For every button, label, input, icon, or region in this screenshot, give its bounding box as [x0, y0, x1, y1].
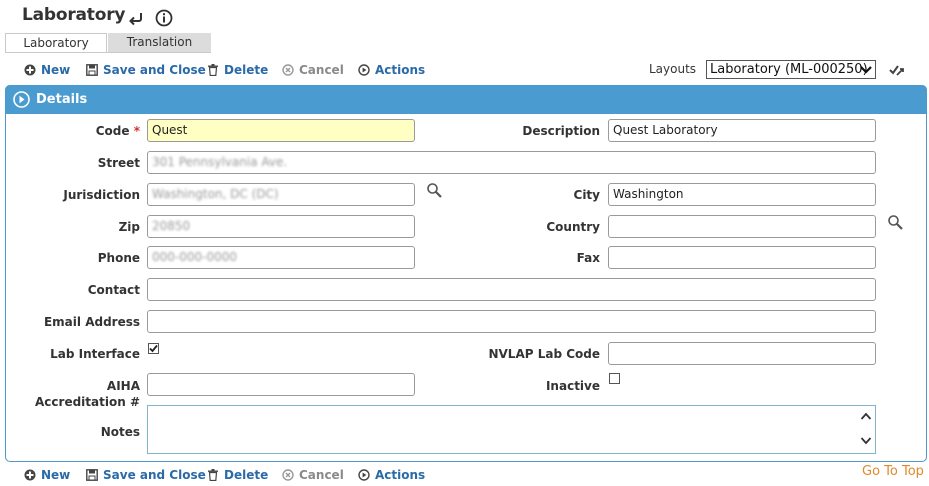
street-label: Street	[97, 156, 140, 170]
layouts-select[interactable]: Laboratory (ML-000250)	[706, 60, 876, 79]
cancel-button-bottom[interactable]: Cancel	[282, 467, 344, 483]
new-button-bottom[interactable]: New	[24, 467, 70, 483]
save-and-close-label: Save and Close	[103, 63, 206, 77]
cancel-circle-icon	[282, 469, 294, 481]
fax-label: Fax	[576, 251, 600, 265]
checkmark-icon	[149, 344, 158, 353]
details-panel-title: Details	[36, 92, 88, 107]
notes-label: Notes	[100, 425, 140, 439]
scroll-down-icon[interactable]	[860, 435, 872, 449]
email-label: Email Address	[43, 315, 140, 329]
inactive-checkbox[interactable]	[609, 373, 620, 384]
cancel-button-label: Cancel	[299, 468, 344, 482]
details-panel-header[interactable]: Details	[5, 85, 927, 114]
description-input[interactable]: Quest Laboratory	[608, 119, 876, 142]
phone-input[interactable]: 000-000-0000	[147, 246, 415, 269]
trash-icon	[208, 64, 218, 76]
code-label: Code *	[95, 124, 140, 138]
play-circle-icon	[358, 469, 370, 481]
chevron-down-icon	[859, 62, 873, 82]
tab-divider	[5, 52, 211, 53]
country-input[interactable]	[608, 215, 876, 238]
zip-label: Zip	[118, 220, 140, 234]
actions-button[interactable]: Actions	[358, 62, 425, 78]
layouts-label: Layouts	[649, 62, 697, 76]
collapse-toggle-icon[interactable]	[13, 91, 30, 112]
contact-input[interactable]	[147, 278, 876, 301]
city-input[interactable]: Washington	[608, 183, 876, 206]
floppy-disk-icon	[86, 469, 98, 481]
cancel-button[interactable]: Cancel	[282, 62, 344, 78]
scroll-up-icon[interactable]	[860, 410, 872, 424]
trash-icon	[208, 469, 218, 481]
delete-button-label: Delete	[224, 468, 269, 482]
delete-button-label: Delete	[224, 63, 269, 77]
country-search-icon[interactable]	[887, 214, 904, 234]
city-label: City	[573, 188, 600, 202]
actions-button-label: Actions	[375, 63, 426, 77]
page-title: Laboratory	[22, 5, 126, 25]
save-and-close-button-bottom[interactable]: Save and Close	[86, 467, 206, 483]
delete-button-bottom[interactable]: Delete	[207, 467, 268, 483]
tab-laboratory[interactable]: Laboratory	[5, 33, 107, 53]
plus-circle-icon	[24, 469, 36, 481]
zip-input[interactable]: 20850	[147, 215, 415, 238]
jurisdiction-label: Jurisdiction	[63, 188, 140, 202]
phone-label: Phone	[97, 251, 140, 265]
cancel-circle-icon	[282, 64, 294, 76]
notes-textarea[interactable]	[147, 405, 876, 454]
email-input[interactable]	[147, 310, 876, 333]
go-to-top-link[interactable]: Go To Top	[862, 464, 924, 479]
lab-interface-label: Lab Interface	[50, 347, 140, 361]
delete-button[interactable]: Delete	[207, 62, 268, 78]
code-input[interactable]: Quest	[147, 119, 415, 142]
new-button-label: New	[41, 468, 71, 482]
nvlap-input[interactable]	[608, 342, 876, 365]
street-input[interactable]: 301 Pennsylvania Ave.	[147, 151, 876, 174]
fax-input[interactable]	[608, 246, 876, 269]
country-label: Country	[546, 220, 600, 234]
save-and-close-label: Save and Close	[103, 468, 206, 482]
jurisdiction-search-icon[interactable]	[426, 182, 443, 202]
tab-translation[interactable]: Translation	[108, 33, 211, 52]
back-arrow-icon[interactable]	[126, 8, 146, 28]
actions-button-bottom[interactable]: Actions	[358, 467, 425, 483]
inactive-label: Inactive	[545, 379, 600, 393]
aiha-input[interactable]	[147, 373, 415, 396]
save-and-close-button[interactable]: Save and Close	[86, 62, 206, 78]
actions-button-label: Actions	[375, 468, 426, 482]
aiha-label: AIHA Accreditation #	[35, 379, 140, 409]
jurisdiction-input[interactable]: Washington, DC (DC)	[147, 183, 415, 206]
required-marker: *	[133, 124, 140, 138]
description-label: Description	[522, 124, 600, 138]
contact-label: Contact	[87, 283, 140, 297]
play-circle-icon	[358, 64, 370, 76]
layout-settings-icon[interactable]	[888, 61, 906, 82]
info-icon[interactable]	[154, 8, 174, 28]
lab-interface-checkbox[interactable]	[148, 343, 159, 354]
cancel-button-label: Cancel	[299, 63, 344, 77]
layouts-selected-value: Laboratory (ML-000250)	[710, 62, 868, 77]
new-button[interactable]: New	[24, 62, 70, 78]
plus-circle-icon	[24, 64, 36, 76]
nvlap-label: NVLAP Lab Code	[488, 347, 600, 361]
floppy-disk-icon	[86, 64, 98, 76]
new-button-label: New	[41, 63, 71, 77]
